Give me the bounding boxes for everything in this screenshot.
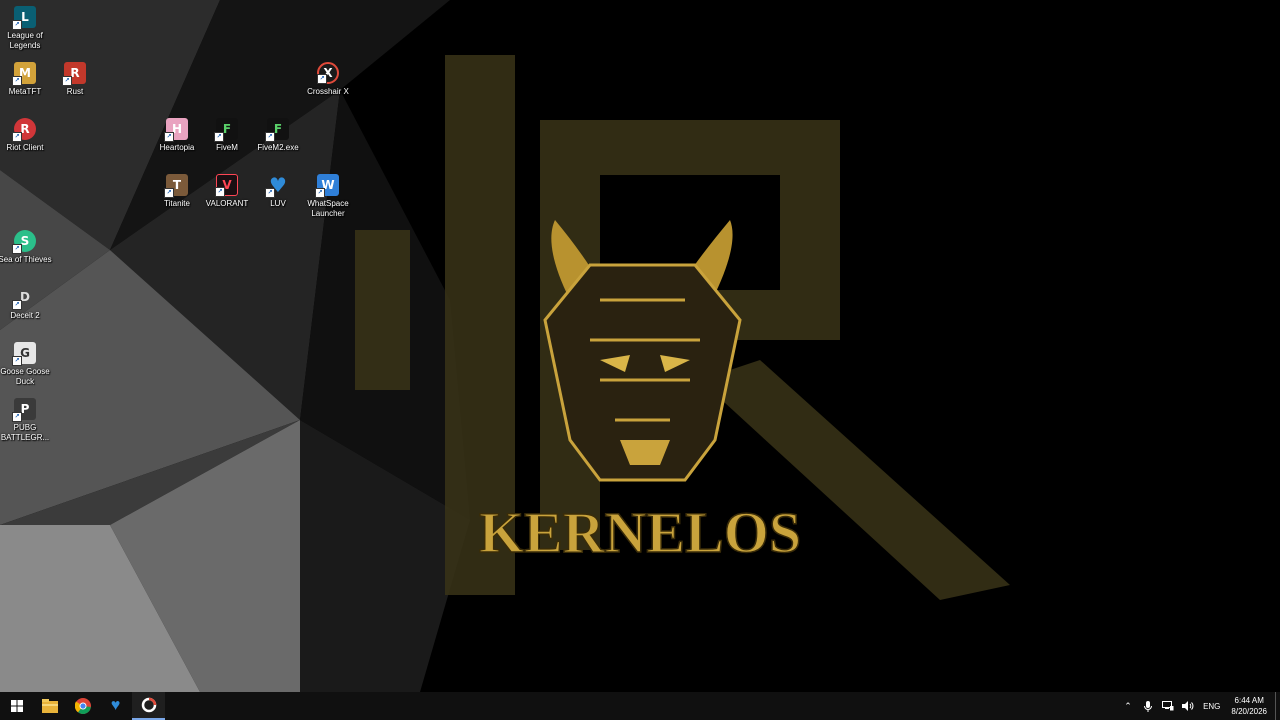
clock[interactable]: 6:44 AM 8/20/2026 bbox=[1225, 695, 1275, 717]
desktop-icon-crosshair-x[interactable]: X ↗ Crosshair X bbox=[303, 58, 353, 114]
desktop-icon-heartopia[interactable]: H ↗ Heartopia bbox=[152, 114, 202, 170]
clock-time: 6:44 AM bbox=[1234, 696, 1264, 705]
desktop-icon-label: WhatSpace Launcher bbox=[307, 199, 349, 218]
desktop-icon-valorant[interactable]: V ↗ VALORANT bbox=[202, 170, 252, 226]
start-button[interactable] bbox=[0, 692, 33, 720]
desktop-icon-label: Titanite bbox=[164, 199, 190, 208]
file-explorer-icon bbox=[41, 699, 58, 713]
desktop-icon-metatft[interactable]: M ↗ MetaTFT bbox=[0, 58, 50, 114]
desktop-icon-fivem2[interactable]: F ↗ FiveM2.exe bbox=[253, 114, 303, 170]
desktop-icon-label: MetaTFT bbox=[8, 87, 42, 96]
wallpaper: KERNELOS bbox=[0, 0, 1010, 692]
heartopia-icon: H ↗ bbox=[164, 118, 188, 142]
network-icon bbox=[1162, 701, 1174, 711]
taskbar-luv[interactable]: ♥ bbox=[99, 692, 132, 720]
show-hidden-icons-button[interactable]: ⌃ bbox=[1118, 692, 1138, 720]
speaker-icon bbox=[1182, 701, 1194, 711]
rust-icon: R ↗ bbox=[62, 62, 86, 86]
riot-client-icon: R ↗ bbox=[12, 118, 36, 142]
chrome-icon bbox=[74, 698, 91, 714]
luv-taskbar-icon: ♥ bbox=[110, 697, 121, 714]
titanite-icon: T ↗ bbox=[164, 174, 188, 198]
taskbar-crosshair-x[interactable] bbox=[132, 692, 165, 720]
deceit-2-icon: D ↗ bbox=[12, 286, 36, 310]
desktop-icon-label: Heartopia bbox=[159, 143, 195, 152]
desktop-icon-label: Riot Client bbox=[6, 143, 44, 152]
fivem2-icon: F ↗ bbox=[265, 118, 289, 142]
desktop-icon-label: Deceit 2 bbox=[10, 311, 40, 320]
taskbar: ♥ ⌃ ENG 6:44 AM 8/20/2026 bbox=[0, 692, 1280, 720]
desktop-icon-label: Rust bbox=[66, 87, 84, 96]
desktop-icon-label: PUBG BATTLEGR... bbox=[0, 423, 50, 442]
microphone-icon bbox=[1144, 700, 1153, 712]
chevron-up-icon: ⌃ bbox=[1124, 700, 1132, 711]
taskbar-chrome[interactable] bbox=[66, 692, 99, 720]
clock-date: 8/20/2026 bbox=[1231, 707, 1267, 716]
desktop-icon-luv[interactable]: ♥ ↗ LUV bbox=[253, 170, 303, 226]
desktop-icon-sea-of-thieves[interactable]: S ↗ Sea of Thieves bbox=[0, 226, 52, 282]
league-of-legends-icon: L ↗ bbox=[12, 6, 36, 30]
crosshair-x-taskbar-icon bbox=[141, 697, 156, 713]
desktop-icon-league-of-legends[interactable]: L ↗ League of Legends bbox=[0, 2, 50, 58]
pubg-icon: P ↗ bbox=[12, 398, 36, 422]
taskbar-file-explorer[interactable] bbox=[33, 692, 66, 720]
sea-of-thieves-icon: S ↗ bbox=[12, 230, 36, 254]
desktop-icon-label: FiveM2.exe bbox=[257, 143, 299, 152]
desktop-icon-label: FiveM bbox=[216, 143, 238, 152]
desktop-icon-label: Crosshair X bbox=[307, 87, 349, 96]
desktop-icon-titanite[interactable]: T ↗ Titanite bbox=[152, 170, 202, 226]
valorant-icon: V ↗ bbox=[215, 174, 238, 197]
desktop-icon-goose-goose-duck[interactable]: G ↗ Goose Goose Duck bbox=[0, 338, 50, 394]
desktop-icon-pubg[interactable]: P ↗ PUBG BATTLEGR... bbox=[0, 394, 50, 450]
desktop-icon-whatspace-launcher[interactable]: W ↗ WhatSpace Launcher bbox=[303, 170, 353, 226]
volume-button[interactable] bbox=[1178, 692, 1198, 720]
network-button[interactable] bbox=[1158, 692, 1178, 720]
desktop: KERNELOS L ↗ League of Legends M ↗ MetaTFT… bbox=[0, 0, 1280, 692]
system-tray: ⌃ ENG 6:44 AM 8/20/2026 bbox=[1118, 692, 1280, 720]
windows-start-icon bbox=[10, 700, 23, 712]
luv-icon: ♥ ↗ bbox=[265, 173, 289, 198]
fivem-icon: F ↗ bbox=[214, 118, 238, 142]
show-desktop-button[interactable] bbox=[1275, 692, 1280, 720]
input-language-button[interactable]: ENG bbox=[1198, 692, 1225, 720]
metatft-icon: M ↗ bbox=[12, 62, 36, 86]
desktop-icon-label: League of Legends bbox=[7, 31, 43, 50]
crosshair-x-icon: X ↗ bbox=[317, 62, 339, 84]
microphone-button[interactable] bbox=[1138, 692, 1158, 720]
whatspace-launcher-icon: W ↗ bbox=[315, 174, 339, 198]
wallpaper-brand-text: KERNELOS bbox=[479, 500, 801, 565]
desktop-icon-label: Goose Goose Duck bbox=[0, 367, 50, 386]
desktop-icon-rust[interactable]: R ↗ Rust bbox=[50, 58, 100, 114]
desktop-icon-fivem[interactable]: F ↗ FiveM bbox=[202, 114, 252, 170]
desktop-icon-deceit-2[interactable]: D ↗ Deceit 2 bbox=[0, 282, 50, 338]
desktop-icon-label: Sea of Thieves bbox=[0, 255, 52, 264]
desktop-icon-label: LUV bbox=[270, 199, 286, 208]
input-language: ENG bbox=[1203, 701, 1221, 711]
desktop-icon-riot-client[interactable]: R ↗ Riot Client bbox=[0, 114, 50, 170]
goose-goose-duck-icon: G ↗ bbox=[12, 342, 36, 366]
kernelos-mask-logo bbox=[543, 220, 742, 482]
desktop-icon-label: VALORANT bbox=[205, 199, 249, 208]
